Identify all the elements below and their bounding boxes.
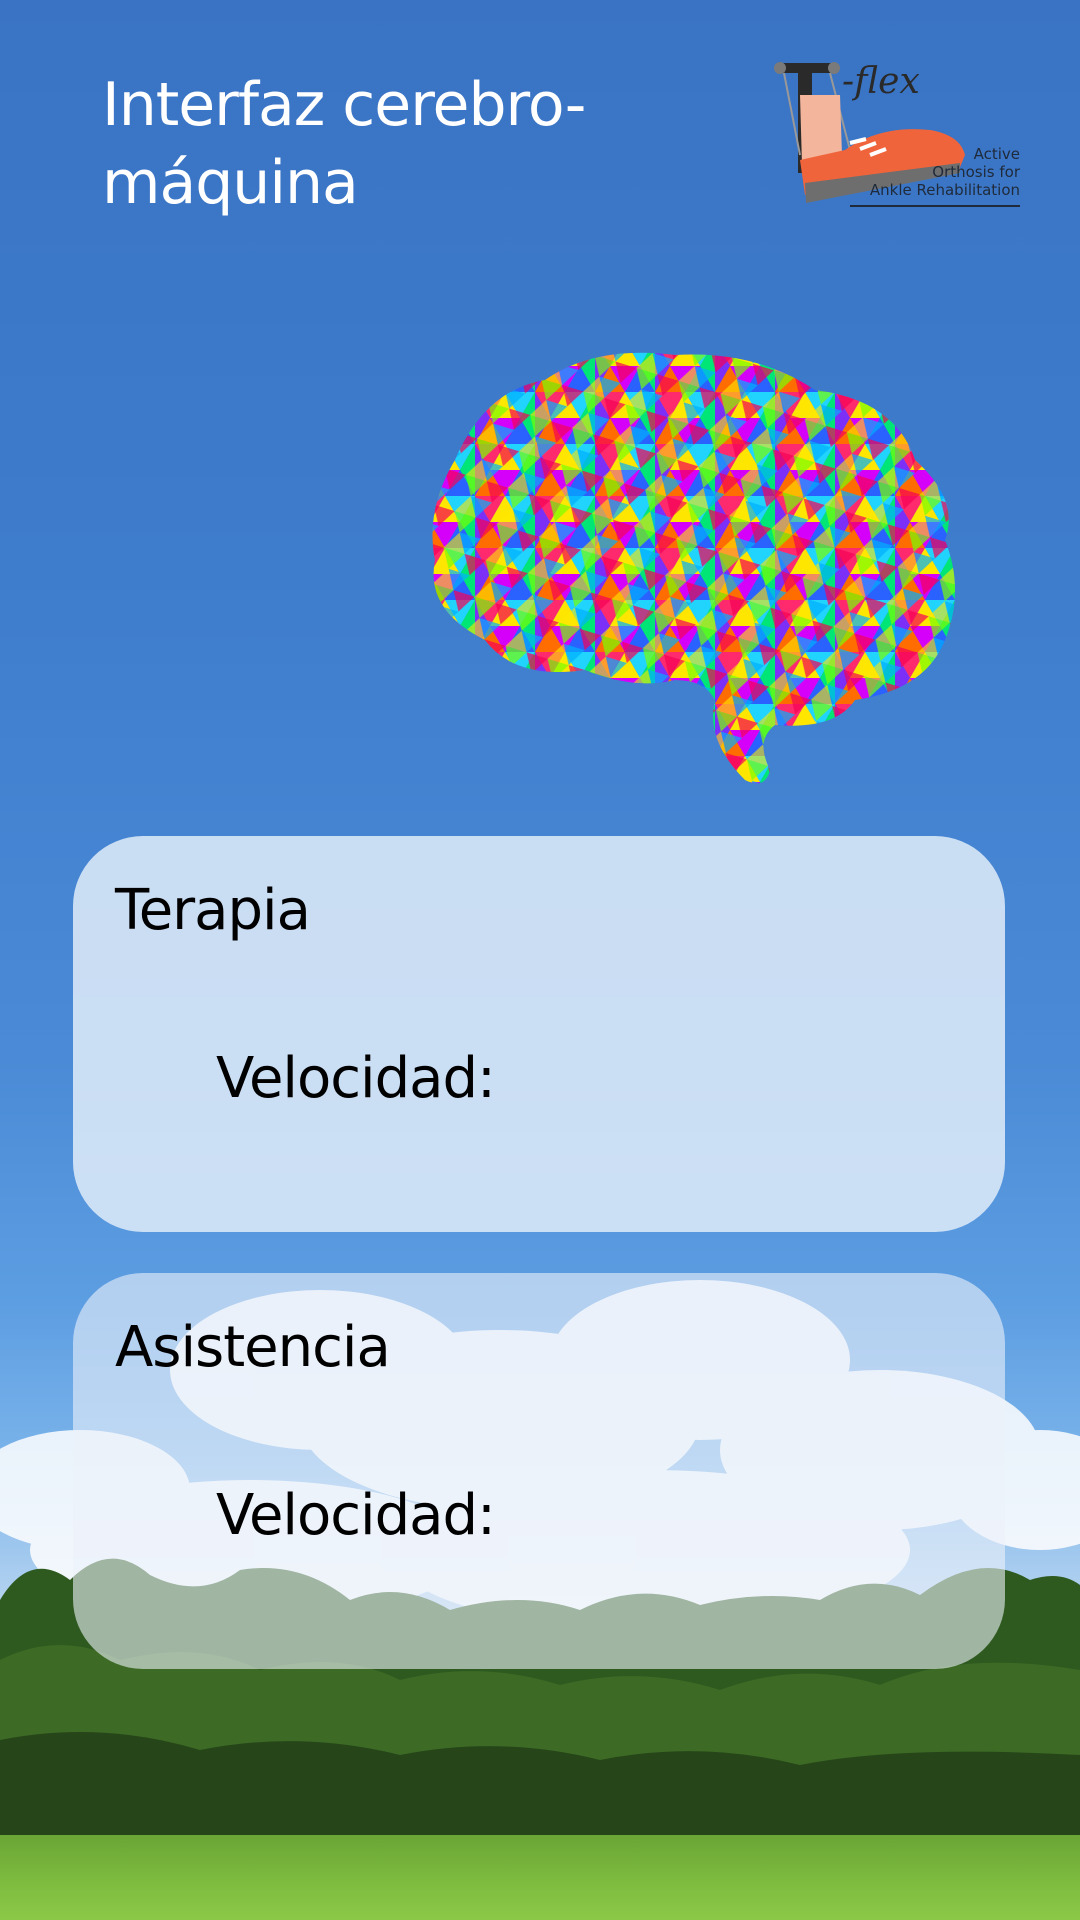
therapy-card-title: Terapia	[115, 878, 311, 943]
logo-tagline-line-3: Ankle Rehabilitation	[869, 181, 1020, 199]
assistance-card-title: Asistencia	[115, 1315, 391, 1380]
assistance-card: Asistencia Velocidad:	[73, 1273, 1005, 1669]
tflex-logo: -flex Active Orthosis for Ankle Rehabili…	[770, 55, 1020, 215]
logo-tagline: Active Orthosis for Ankle Rehabilitation	[870, 145, 1020, 199]
assistance-speed-label: Velocidad:	[216, 1483, 496, 1548]
page-title: Interfaz cerebro-máquina	[102, 70, 586, 218]
svg-text:-flex: -flex	[842, 61, 920, 102]
therapy-card: Terapia Velocidad:	[73, 836, 1005, 1232]
therapy-speed-label: Velocidad:	[216, 1046, 496, 1111]
grass-field	[0, 1835, 1080, 1920]
logo-tagline-line-1: Active	[973, 145, 1020, 163]
logo-underline	[850, 205, 1020, 207]
brain-icon	[432, 352, 955, 784]
logo-tagline-line-2: Orthosis for	[932, 163, 1020, 181]
